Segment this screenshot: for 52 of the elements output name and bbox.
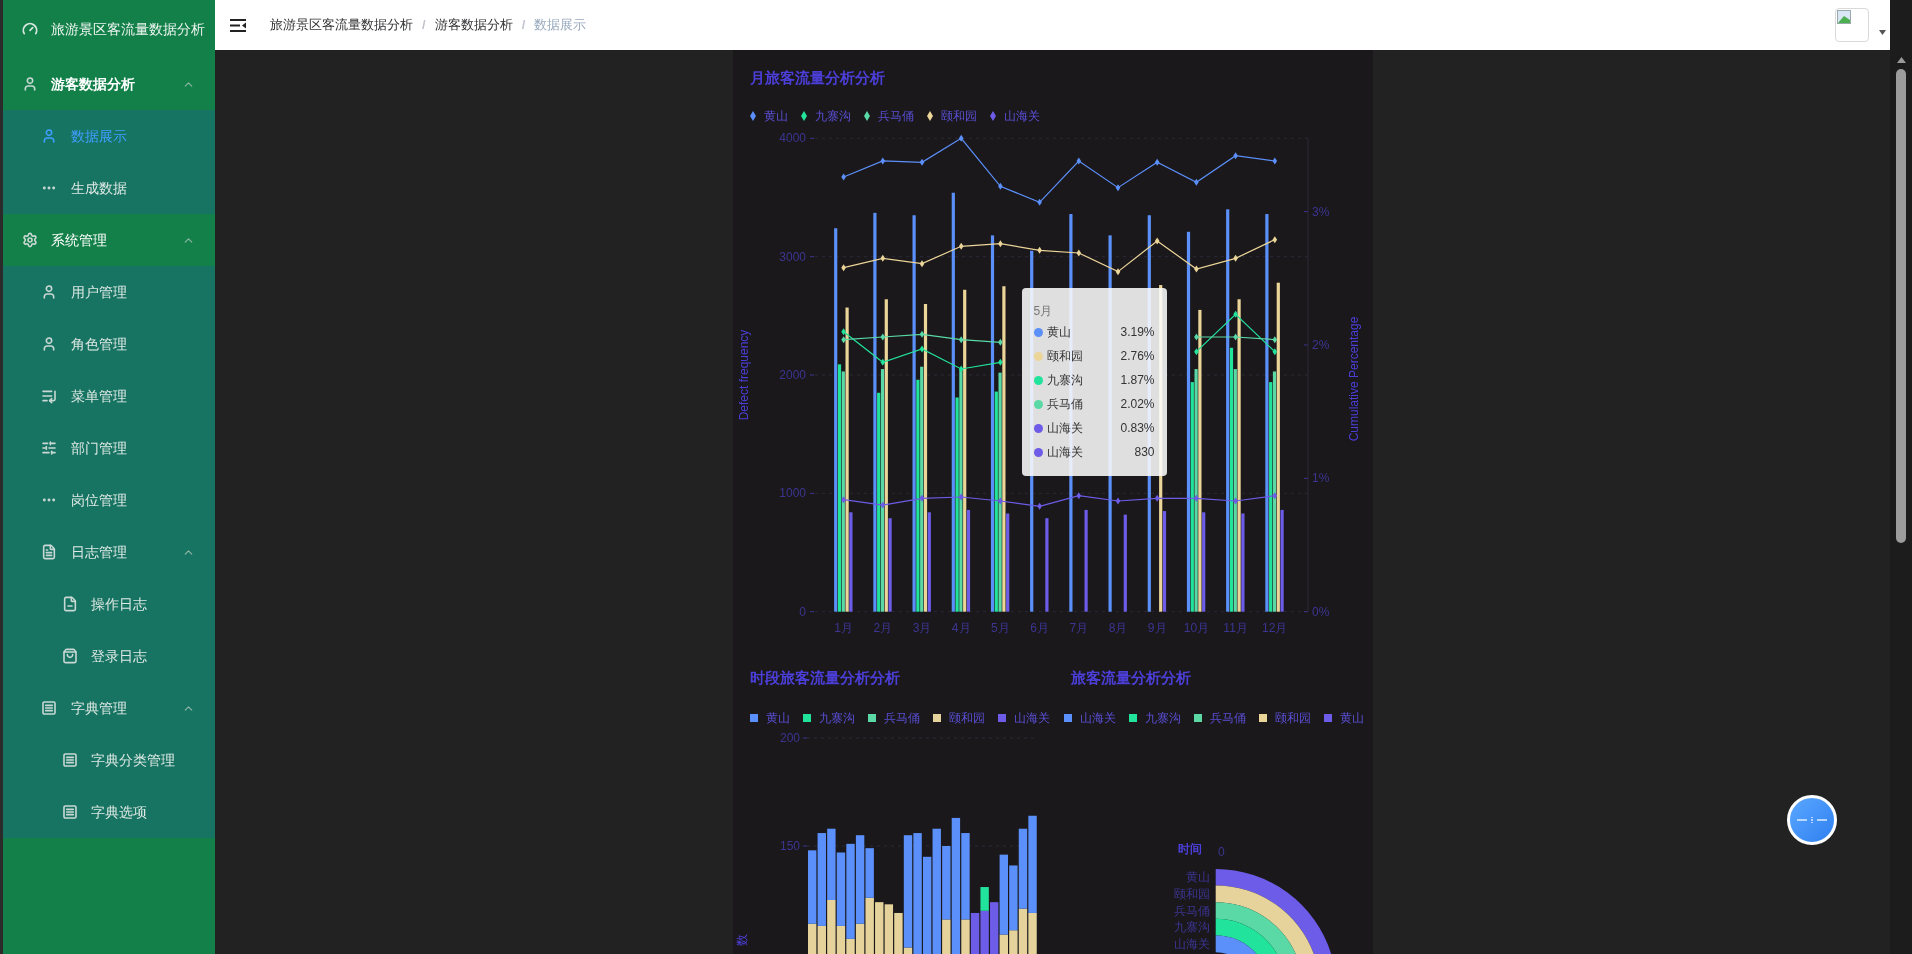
breadcrumb-separator: / (422, 16, 426, 35)
axis-title: 数 (734, 934, 749, 946)
tick-label: 0 (1217, 845, 1225, 859)
chart-title: 旅客流量分析分析 (1070, 669, 1192, 687)
tick-label: 山海关 (1173, 936, 1210, 951)
tick-label: 0% (1311, 604, 1329, 619)
tooltip-label: 山海关 (1046, 420, 1083, 437)
tick-label: 3月 (912, 621, 931, 635)
tooltip-label: 兵马俑 (1046, 396, 1083, 413)
tick-label: 1% (1311, 471, 1329, 486)
tick-label: 6月 (1029, 621, 1049, 635)
app-title: 旅游景区客流量数据分析 (51, 19, 205, 39)
tooltip-label: 黄山 (1046, 324, 1071, 341)
tooltip-value: 1.87% (1120, 372, 1155, 389)
tick-label: 3% (1311, 204, 1329, 219)
tooltip-value: 830 (1134, 444, 1155, 461)
tick-label: 8月 (1108, 621, 1127, 635)
tick-label: 4000 (778, 131, 806, 146)
tick-label: 10月 (1183, 621, 1209, 635)
tick-label: 9月 (1147, 621, 1167, 635)
tick-label: 150 (779, 839, 800, 853)
tick-label: 12月 (1261, 621, 1287, 635)
chart-title: 时段旅客流量分析分析 (749, 669, 901, 687)
chart-title: 月旅客流量分析分析 (749, 68, 886, 88)
tooltip-value: 2.02% (1120, 396, 1155, 413)
tick-label: 11月 (1222, 621, 1248, 635)
tick-label: 颐和园 (1173, 886, 1210, 901)
tick-label: 黄山 (1185, 870, 1210, 885)
tooltip-value: 2.76% (1120, 348, 1155, 365)
tick-label: 200 (779, 731, 800, 745)
tick-label: 3000 (778, 249, 806, 264)
tick-label: 2% (1311, 338, 1329, 352)
tick-label: 4月 (951, 621, 971, 635)
axis-title: 时间 (1177, 842, 1202, 856)
tick-label: 九寨沟 (1173, 920, 1210, 935)
tick-label: 0 (798, 604, 806, 619)
tick-label: 7月 (1068, 621, 1088, 635)
tooltip-value: 3.19% (1120, 324, 1155, 341)
tooltip-label: 九寨沟 (1046, 372, 1083, 389)
tick-label: 2月 (872, 621, 892, 635)
tooltip-label: 山海关 (1046, 444, 1083, 461)
tooltip-title: 5月 (1033, 303, 1054, 320)
tick-label: 5月 (990, 621, 1010, 635)
tick-label: 1月 (833, 621, 853, 635)
breadcrumb-separator: / (521, 16, 526, 35)
tick-label: 兵马俑 (1173, 903, 1210, 918)
axis-title: Cumulative Percentage (1346, 316, 1361, 442)
tooltip-label: 颐和园 (1046, 348, 1083, 365)
tick-label: 1000 (778, 486, 806, 501)
axis-title: Defect frequency (736, 329, 751, 421)
tick-label: 2000 (778, 368, 806, 382)
tooltip-value: 0.83% (1120, 420, 1155, 437)
